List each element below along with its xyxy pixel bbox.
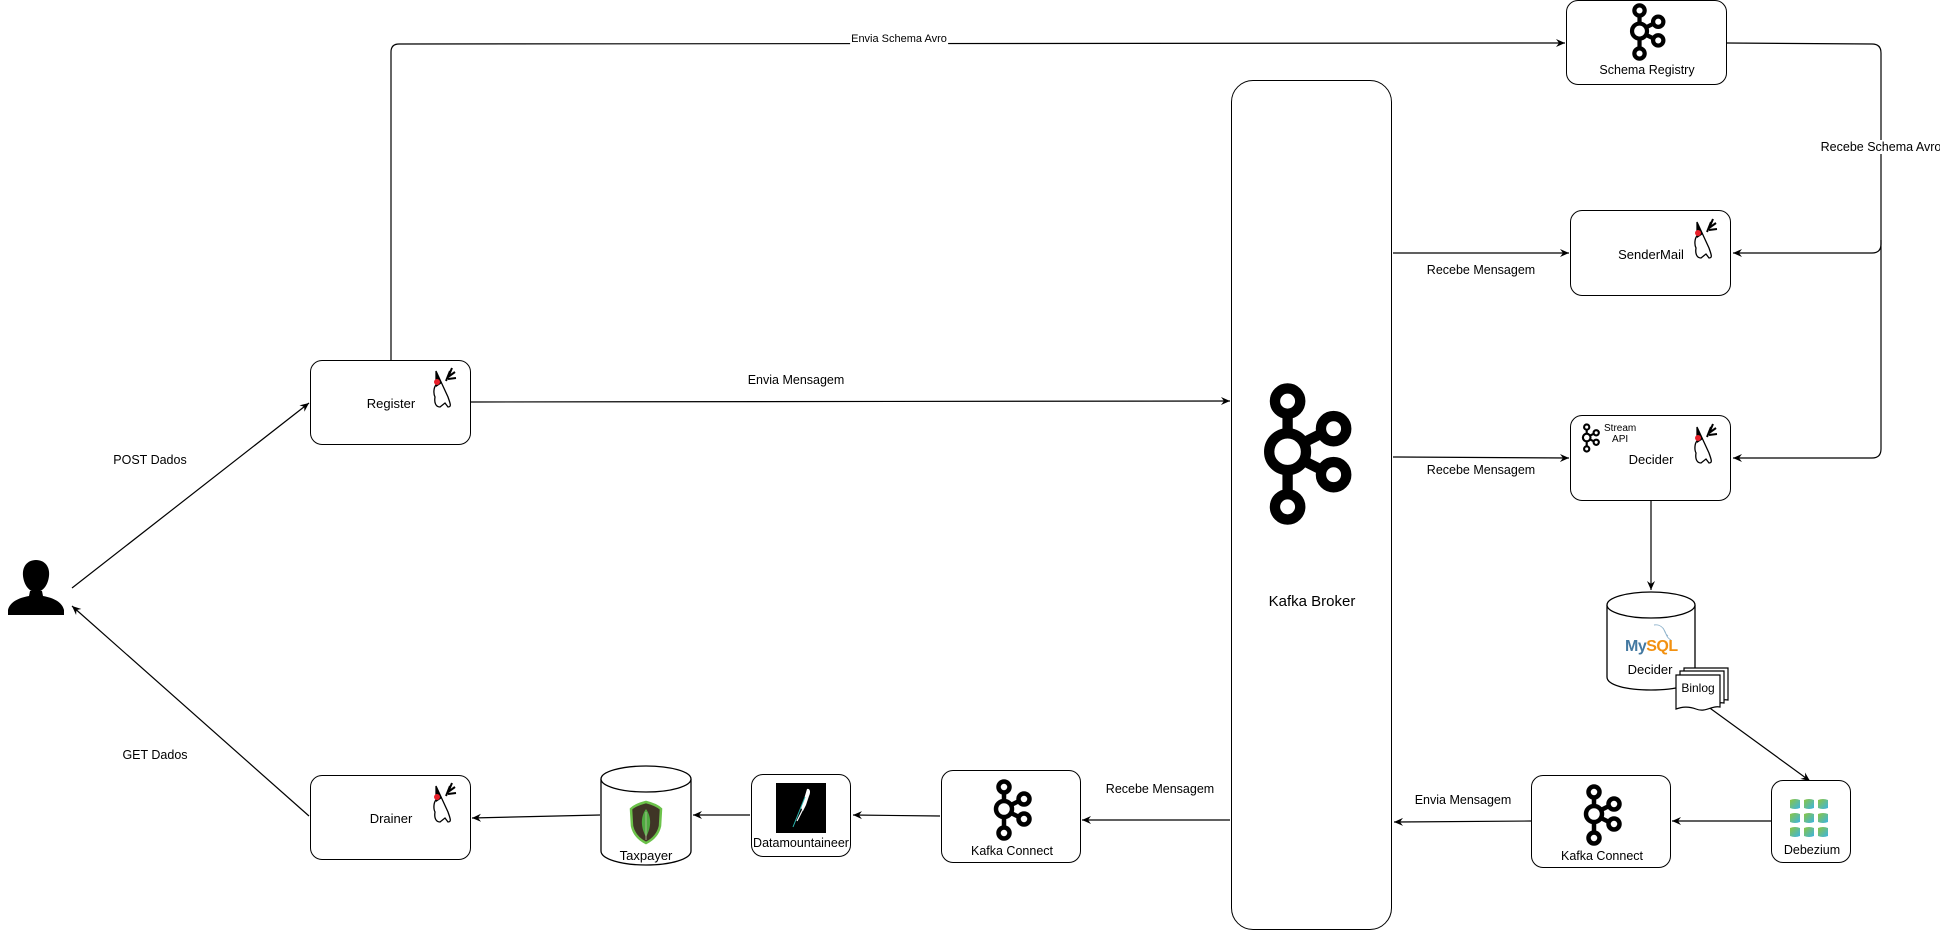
user-icon[interactable] [6, 558, 66, 616]
kafka-icon [1583, 784, 1622, 846]
edge-label-recebe-schema-avro: Recebe Schema Avro [1819, 140, 1940, 154]
debezium-icon [1790, 799, 1828, 837]
kafka-icon [1264, 383, 1352, 525]
edge-schema-registry-to-decider [1733, 240, 1882, 462]
architecture-diagram: POST Dados GET Dados Envia Mensagem Envi… [0, 0, 1940, 932]
edge-binlog-to-debezium [1706, 705, 1811, 782]
mysql-logo-my: My [1625, 638, 1647, 655]
edge-register-to-broker [470, 397, 1231, 406]
edge-kafka-connect-to-broker [1393, 817, 1532, 826]
drainer-node[interactable]: Drainer [310, 775, 471, 860]
sendermail-label: SenderMail [1618, 247, 1684, 262]
edge-label-envia-mensagem-connect: Envia Mensagem [1413, 793, 1513, 807]
sendermail-node[interactable]: SenderMail [1570, 210, 1731, 296]
kafka-connect-left-label: Kafka Connect [971, 844, 1053, 858]
datamountaineer-label: Datamountaineer [753, 836, 849, 850]
edge-label-get-dados: GET Dados [121, 748, 189, 762]
edge-kafka-connect-to-datamountaineer [852, 811, 941, 820]
java-duke-icon [1694, 218, 1718, 259]
schema-registry-node[interactable]: Schema Registry [1566, 0, 1727, 85]
debezium-node[interactable]: Debezium [1771, 780, 1851, 863]
mysql-decider-label: Decider [1627, 662, 1673, 677]
stream-api-badge: Stream API [1604, 423, 1636, 445]
binlog-label: Binlog [1681, 681, 1715, 695]
edge-broker-to-decider [1392, 453, 1570, 462]
register-label: Register [366, 396, 416, 411]
java-duke-icon [433, 782, 457, 823]
edge-post-dados [71, 402, 310, 589]
kafka-connect-right-node[interactable]: Kafka Connect [1531, 775, 1671, 868]
datamountaineer-icon [776, 783, 826, 833]
kafka-icon [993, 779, 1032, 841]
java-duke-icon [1694, 423, 1718, 464]
register-node[interactable]: Register [310, 360, 471, 445]
mysql-logo-sql: SQL [1646, 638, 1678, 655]
java-duke-icon [433, 367, 457, 408]
kafka-broker-label: Kafka Broker [1268, 593, 1356, 610]
kafka-connect-left-node[interactable]: Kafka Connect [941, 770, 1081, 863]
stream-api-badge-line1: Stream [1604, 423, 1637, 434]
decider-node[interactable]: Stream API Decider [1570, 415, 1731, 501]
taxpayer-label: Taxpayer [619, 848, 673, 863]
edge-taxpayer-to-drainer [471, 813, 601, 822]
datamountaineer-node[interactable]: Datamountaineer [751, 774, 851, 857]
edge-label-envia-mensagem: Envia Mensagem [746, 373, 846, 387]
kafka-broker-node[interactable]: Kafka Broker [1231, 80, 1392, 930]
stream-api-badge-line2: API [1612, 434, 1629, 445]
edge-label-envia-schema-avro: Envia Schema Avro [850, 33, 948, 45]
kafka-icon [1629, 3, 1666, 61]
edge-get-dados [71, 605, 310, 817]
kafka-connect-right-label: Kafka Connect [1561, 849, 1643, 863]
decider-label: Decider [1628, 452, 1674, 467]
schema-registry-label: Schema Registry [1599, 63, 1695, 77]
edge-label-recebe-mensagem-connect: Recebe Mensagem [1104, 782, 1216, 796]
edge-label-recebe-mensagem-sendermail: Recebe Mensagem [1425, 263, 1537, 277]
drainer-label: Drainer [369, 811, 413, 826]
kafka-streams-icon [1581, 423, 1600, 453]
edge-label-recebe-mensagem-decider: Recebe Mensagem [1425, 463, 1537, 477]
edge-label-post-dados: POST Dados [112, 453, 188, 467]
debezium-label: Debezium [1783, 843, 1841, 857]
mysql-logo: MySQL [1625, 638, 1678, 656]
